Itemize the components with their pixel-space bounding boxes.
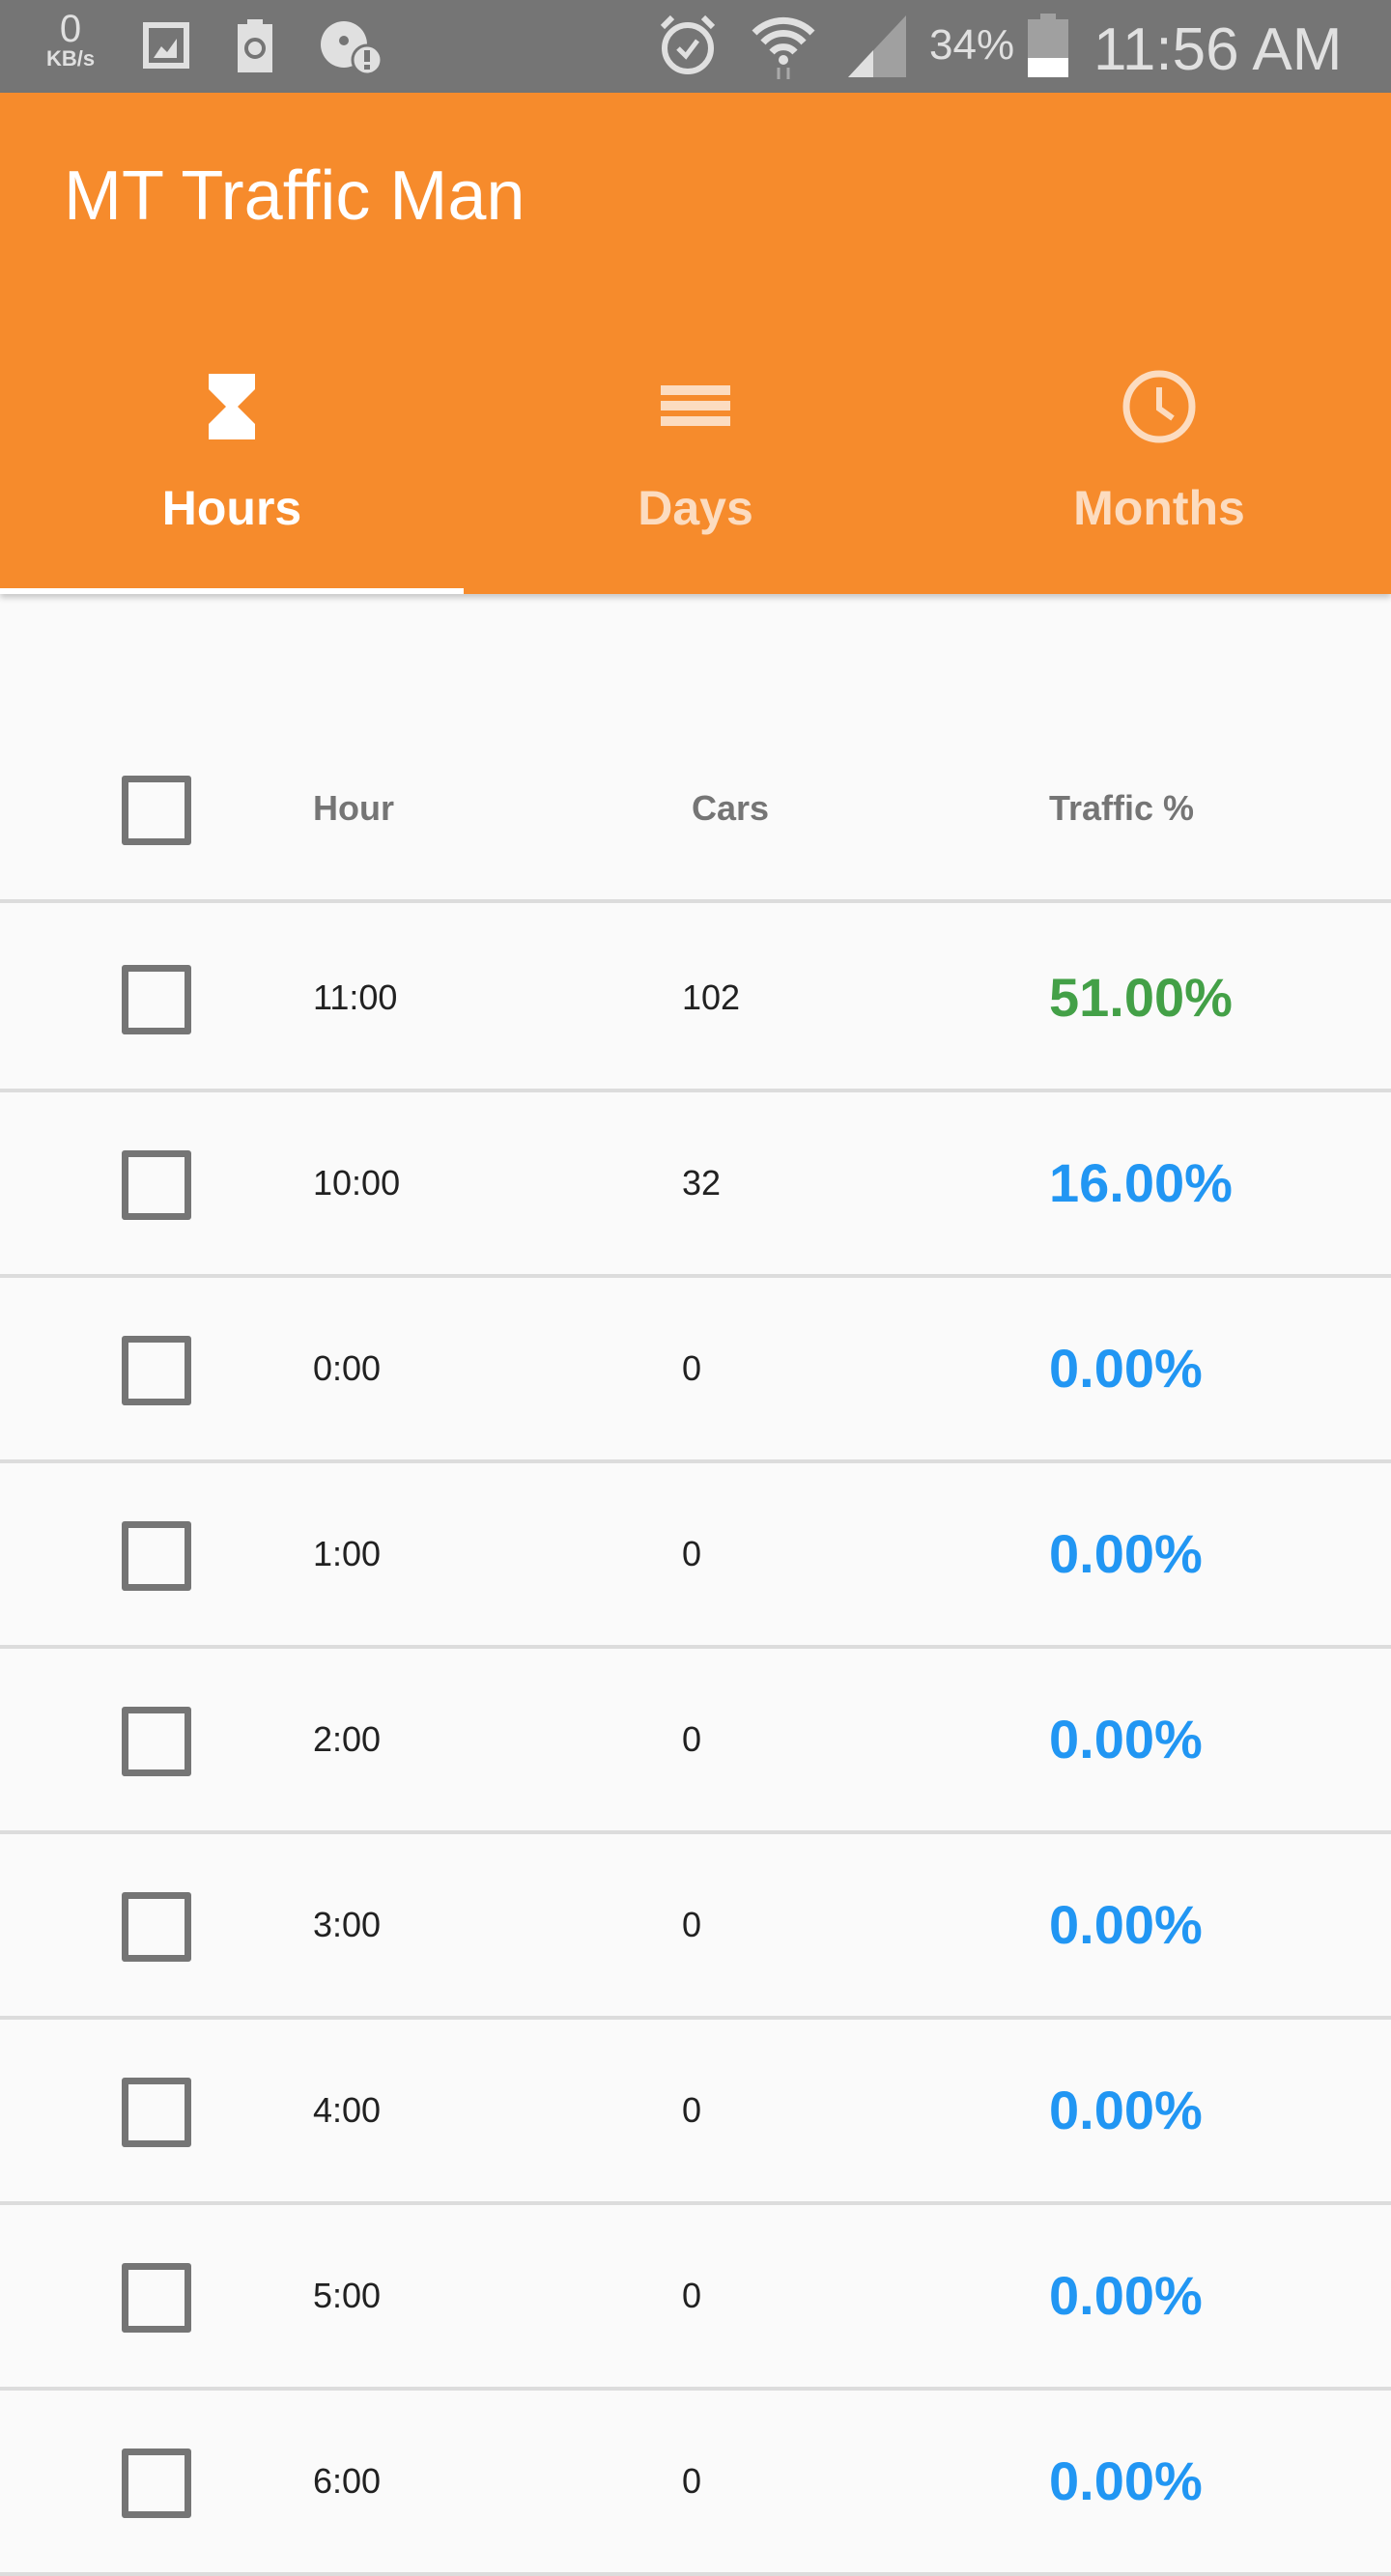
cars-cell: 0 [682,1348,702,1388]
traffic-percent-cell: 16.00% [1049,1152,1233,1213]
table-row[interactable]: 4:00 0 0.00% [0,2020,1391,2205]
table-row[interactable]: 6:00 0 0.00% [0,2391,1391,2576]
hour-cell: 4:00 [313,2090,382,2130]
table-row[interactable]: 11:00 102 51.00% [0,907,1391,1092]
row-checkbox[interactable] [122,1892,191,1962]
row-checkbox[interactable] [122,1336,191,1405]
traffic-percent-cell: 0.00% [1049,1709,1203,1769]
row-checkbox[interactable] [122,1150,191,1220]
table-row[interactable]: 5:00 0 0.00% [0,2205,1391,2391]
header-traffic[interactable]: Traffic % [1049,718,1194,899]
hour-cell: 0:00 [313,1348,382,1388]
status-bar: 0 KB/s 34% 11:56 AM [0,0,1391,93]
table-header: Hour Cars Traffic % [0,718,1391,903]
select-all-checkbox[interactable] [122,776,191,845]
gallery-icon [143,22,189,69]
tab-indicator [0,588,464,594]
header-cars[interactable]: Cars [692,718,769,899]
hour-cell: 6:00 [313,2461,382,2501]
disc-alert-icon [321,21,383,76]
row-checkbox[interactable] [122,2449,191,2518]
hour-cell: 10:00 [313,1163,401,1203]
cars-cell: 32 [682,1163,722,1203]
cars-cell: 0 [682,2090,702,2130]
traffic-percent-cell: 0.00% [1049,1894,1203,1955]
tab-hours[interactable]: Hours [0,339,464,594]
row-checkbox[interactable] [122,2263,191,2333]
app-title: MT Traffic Man [64,157,525,235]
wifi-icon [752,16,815,79]
table-row[interactable]: 0:00 0 0.00% [0,1278,1391,1463]
tab-days[interactable]: Days [464,339,927,594]
cars-cell: 0 [682,1905,702,1944]
traffic-percent-cell: 0.00% [1049,1523,1203,1584]
table-row[interactable]: 1:00 0 0.00% [0,1463,1391,1649]
alarm-icon [660,14,716,74]
network-speed: 0 KB/s [45,8,96,71]
hour-cell: 3:00 [313,1905,382,1944]
cars-cell: 0 [682,1719,702,1759]
traffic-percent-cell: 0.00% [1049,2080,1203,2140]
list-icon [661,385,730,426]
hour-cell: 1:00 [313,1534,382,1573]
table-row[interactable]: 3:00 0 0.00% [0,1834,1391,2020]
traffic-percent-cell: 0.00% [1049,1338,1203,1399]
row-checkbox[interactable] [122,1707,191,1776]
table-row[interactable]: 2:00 0 0.00% [0,1649,1391,1834]
header-hour[interactable]: Hour [313,718,394,899]
signal-icon [848,15,906,77]
battery-icon [1028,14,1068,77]
app-bar: MT Traffic Man Hours Days Months [0,93,1391,594]
traffic-percent-cell: 0.00% [1049,2265,1203,2326]
clock-icon [1122,370,1196,443]
cars-cell: 0 [682,2276,702,2315]
battery-saver-icon [238,19,272,72]
tab-months[interactable]: Months [927,339,1391,594]
traffic-percent-cell: 0.00% [1049,2450,1203,2511]
hour-cell: 11:00 [313,977,398,1017]
traffic-percent-cell: 51.00% [1049,967,1233,1028]
clock-time: 11:56 AM [1093,16,1343,83]
table-row[interactable]: 10:00 32 16.00% [0,1092,1391,1278]
cars-cell: 0 [682,2461,702,2501]
battery-percent: 34% [929,21,1015,69]
cars-cell: 0 [682,1534,702,1573]
hourglass-icon [209,374,255,439]
row-checkbox[interactable] [122,965,191,1034]
row-checkbox[interactable] [122,2078,191,2147]
hour-cell: 2:00 [313,1719,382,1759]
row-checkbox[interactable] [122,1521,191,1591]
hour-cell: 5:00 [313,2276,382,2315]
cars-cell: 102 [682,977,741,1017]
